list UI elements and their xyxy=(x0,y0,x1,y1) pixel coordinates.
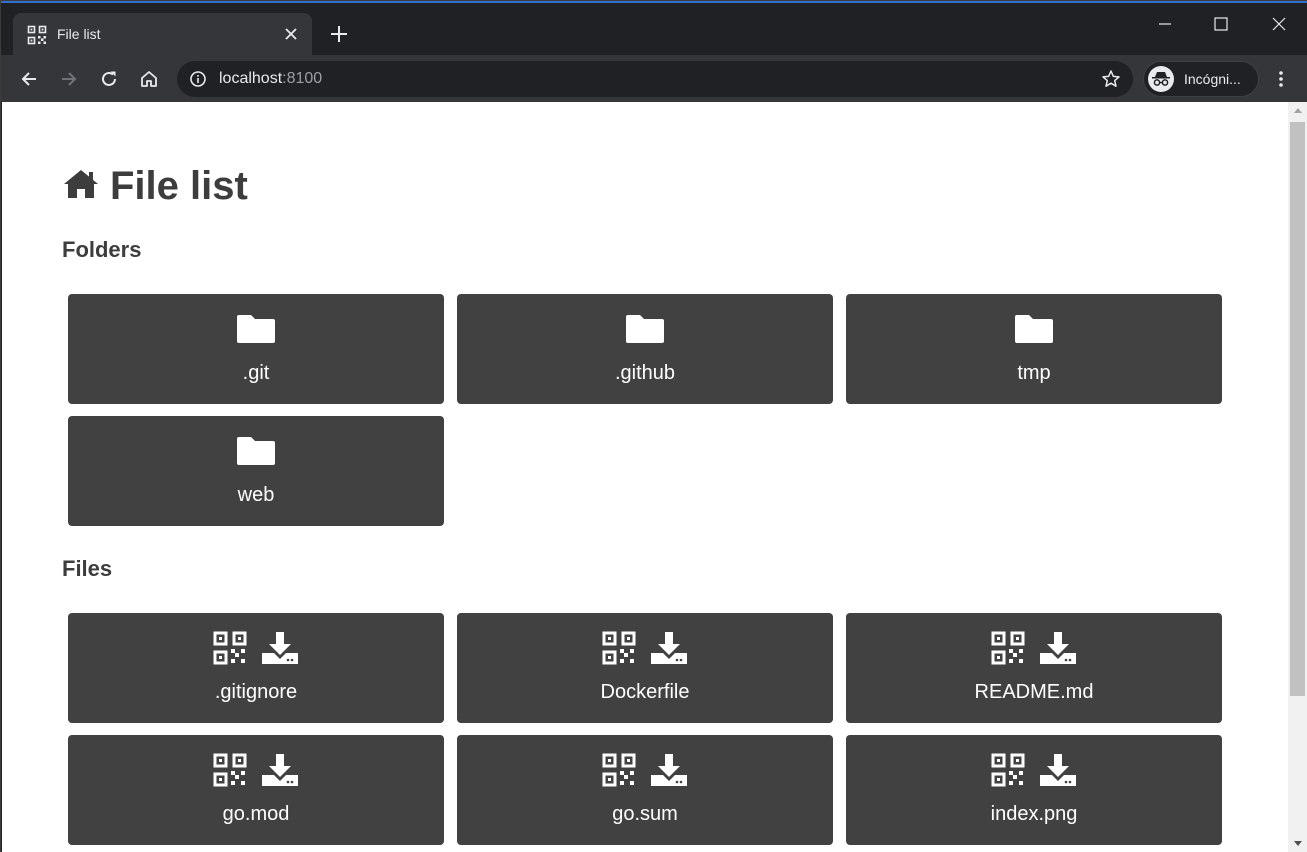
file-card: index.png xyxy=(846,735,1222,845)
browser-menu-icon[interactable] xyxy=(1267,65,1295,93)
file-name: README.md xyxy=(974,681,1094,703)
qr-code-favicon-icon xyxy=(27,25,47,45)
incognito-icon xyxy=(1148,66,1174,92)
folder-icon xyxy=(625,312,665,349)
scroll-down-arrow-icon[interactable] xyxy=(1294,841,1302,846)
qr-code-icon[interactable] xyxy=(213,753,247,792)
qr-code-icon[interactable] xyxy=(602,631,636,670)
new-tab-plus-icon[interactable] xyxy=(325,20,353,48)
back-arrow-icon[interactable] xyxy=(15,65,43,93)
site-info-icon[interactable] xyxy=(189,70,207,93)
scroll-up-arrow-icon[interactable] xyxy=(1294,108,1302,113)
forward-arrow-icon[interactable] xyxy=(55,65,83,93)
tab-file-list[interactable]: File list xyxy=(13,13,312,55)
close-window-icon[interactable] xyxy=(1256,9,1302,39)
profile-label: Incógni... xyxy=(1184,71,1241,87)
tab-strip: File list xyxy=(1,3,1307,55)
folder-card[interactable]: tmp xyxy=(846,294,1222,404)
address-bar[interactable]: localhost:8100 xyxy=(177,61,1133,97)
browser-window: File list localhost:8100 Incógni... File… xyxy=(0,0,1307,852)
qr-code-icon[interactable] xyxy=(991,753,1025,792)
file-name: go.mod xyxy=(222,803,290,825)
download-icon[interactable] xyxy=(261,753,299,792)
url-port: :8100 xyxy=(282,70,323,87)
file-card: Dockerfile xyxy=(457,613,833,723)
folder-name: tmp xyxy=(1017,362,1051,384)
url-text: localhost:8100 xyxy=(219,70,322,88)
bookmark-star-icon[interactable] xyxy=(1101,69,1121,94)
scrollbar-thumb[interactable] xyxy=(1290,122,1305,696)
url-host: localhost xyxy=(219,70,283,87)
file-name: index.png xyxy=(990,803,1078,825)
incognito-profile-button[interactable]: Incógni... xyxy=(1143,61,1259,97)
browser-toolbar: localhost:8100 Incógni... xyxy=(1,55,1307,102)
folder-name: .git xyxy=(242,362,270,384)
folder-name: web xyxy=(237,484,275,506)
download-icon[interactable] xyxy=(1039,631,1077,670)
folder-name: .github xyxy=(614,362,676,384)
file-card: .gitignore xyxy=(68,613,444,723)
qr-code-icon[interactable] xyxy=(602,753,636,792)
home-button-icon[interactable] xyxy=(135,65,163,93)
qr-code-icon[interactable] xyxy=(991,631,1025,670)
folder-icon xyxy=(236,312,276,349)
folder-icon xyxy=(1014,312,1054,349)
folder-card[interactable]: web xyxy=(68,416,444,526)
file-card: README.md xyxy=(846,613,1222,723)
files-heading: Files xyxy=(62,556,113,581)
page-content: File list Folders .git .github tmp web F… xyxy=(2,102,1288,852)
maximize-window-icon[interactable] xyxy=(1198,9,1244,39)
vertical-scrollbar[interactable] xyxy=(1288,102,1307,852)
home-icon xyxy=(62,168,100,205)
folder-card[interactable]: .github xyxy=(457,294,833,404)
download-icon[interactable] xyxy=(1039,753,1077,792)
file-name: .gitignore xyxy=(214,681,298,703)
tab-close-icon[interactable] xyxy=(281,24,301,44)
page-title-text: File list xyxy=(110,164,248,208)
tab-title: File list xyxy=(57,26,101,42)
folder-card[interactable]: .git xyxy=(68,294,444,404)
file-card: go.sum xyxy=(457,735,833,845)
qr-code-icon[interactable] xyxy=(213,631,247,670)
download-icon[interactable] xyxy=(650,753,688,792)
reload-icon[interactable] xyxy=(95,65,123,93)
download-icon[interactable] xyxy=(650,631,688,670)
minimize-window-icon[interactable] xyxy=(1142,9,1188,39)
page-title: File list xyxy=(62,164,248,209)
file-card: go.mod xyxy=(68,735,444,845)
download-icon[interactable] xyxy=(261,631,299,670)
folders-heading: Folders xyxy=(62,237,142,262)
folder-icon xyxy=(236,434,276,471)
file-name: go.sum xyxy=(612,803,678,825)
file-name: Dockerfile xyxy=(600,681,690,703)
